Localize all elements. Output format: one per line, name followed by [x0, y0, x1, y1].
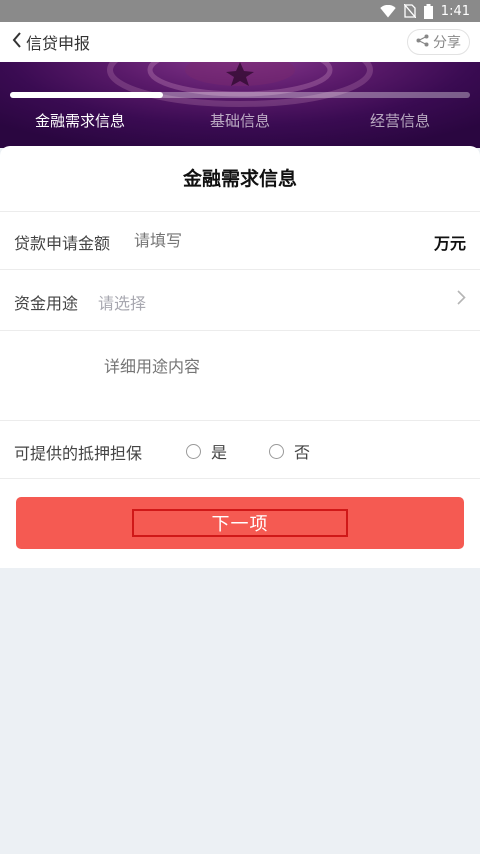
status-bar: 1:41	[0, 0, 480, 22]
form-card: 金融需求信息 贷款申请金额 万元 资金用途 请选择 可提供的抵押担保 是 否 下…	[0, 146, 480, 568]
purpose-detail-row	[0, 331, 480, 421]
loan-amount-unit: 万元	[433, 234, 466, 253]
loan-amount-label: 贷款申请金额	[14, 234, 111, 253]
step-tab-basic-info[interactable]: 基础信息	[160, 106, 320, 136]
chevron-left-icon	[12, 32, 22, 52]
chevron-right-icon	[457, 290, 466, 309]
collateral-no-option[interactable]: 否	[269, 439, 310, 463]
step-tabs: 金融需求信息 基础信息 经营信息	[0, 106, 480, 136]
progress-bar	[10, 92, 470, 98]
battery-icon	[423, 3, 433, 19]
fund-purpose-label: 资金用途	[14, 294, 79, 313]
wifi-icon	[380, 4, 396, 18]
status-time: 1:41	[440, 3, 470, 19]
form-title: 金融需求信息	[0, 146, 480, 212]
loan-amount-row: 贷款申请金额 万元	[0, 212, 480, 270]
app-bar: 信贷申报 分享	[0, 22, 480, 62]
fund-purpose-row[interactable]: 资金用途 请选择	[0, 270, 480, 331]
next-button[interactable]: 下一项	[16, 497, 464, 549]
purpose-detail-textarea[interactable]	[104, 353, 444, 403]
collateral-label: 可提供的抵押担保	[14, 444, 143, 463]
radio-unchecked-icon	[269, 443, 284, 459]
share-button[interactable]: 分享	[407, 29, 470, 55]
collateral-no-label: 否	[294, 443, 311, 462]
fund-purpose-select[interactable]: 请选择	[98, 290, 146, 314]
progress-fill	[10, 92, 164, 98]
next-button-label: 下一项	[132, 509, 348, 537]
collateral-yes-label: 是	[211, 443, 228, 462]
radio-unchecked-icon	[186, 443, 201, 459]
step-banner: 金融需求信息 基础信息 经营信息	[0, 62, 480, 148]
step-tab-financial-needs[interactable]: 金融需求信息	[0, 106, 160, 136]
share-icon	[416, 34, 429, 51]
share-label: 分享	[433, 35, 461, 51]
back-button[interactable]: 信贷申报	[12, 22, 90, 62]
collateral-yes-option[interactable]: 是	[186, 439, 227, 463]
no-sim-icon	[403, 4, 416, 18]
page-title: 信贷申报	[26, 34, 91, 53]
collateral-row: 可提供的抵押担保 是 否	[0, 421, 480, 479]
loan-amount-input[interactable]	[134, 228, 394, 252]
step-tab-business-info[interactable]: 经营信息	[320, 106, 480, 136]
